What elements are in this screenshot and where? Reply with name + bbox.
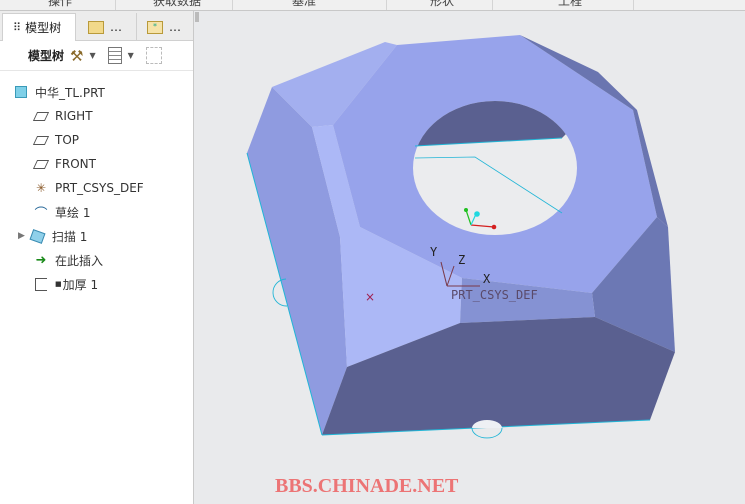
tree-item-part[interactable]: 中华_TL.PRT (12, 81, 105, 103)
sketch-icon: ⌒ (34, 206, 48, 222)
tree-item-sketch[interactable]: ⌒ 草绘 1 (32, 201, 90, 223)
tree-item-label: 加厚 1 (62, 277, 99, 292)
csys-axis-x: X (483, 272, 491, 286)
tab-folder-browser[interactable]: … (78, 13, 134, 41)
tree-item-top[interactable]: TOP (32, 129, 79, 151)
tree-item-label: RIGHT (55, 109, 93, 123)
model-tree-menu-label: 模型树 (28, 49, 65, 63)
tab-label: … (169, 20, 181, 34)
tree-item-front[interactable]: FRONT (32, 153, 96, 175)
tree-filter-icon (145, 47, 162, 64)
tree-item-label: FRONT (55, 157, 96, 171)
csys-label: PRT_CSYS_DEF (451, 288, 538, 302)
tab-label: 模型树 (25, 21, 62, 35)
tab-label: … (110, 20, 122, 34)
csys-axis-y: Y (430, 245, 438, 259)
tree-item-sweep[interactable]: ▶ 扫描 1 (18, 225, 87, 247)
datum-plane-icon (32, 156, 50, 172)
tree-item-label: 扫描 1 (51, 229, 88, 244)
sketch-arc-bottom (471, 427, 503, 439)
part-model[interactable] (246, 35, 675, 439)
sweep-icon (29, 228, 47, 244)
tree-item-csys[interactable]: ✳ PRT_CSYS_DEF (32, 177, 144, 199)
expand-arrow-icon[interactable]: ▶ (18, 231, 25, 241)
tree-item-label: TOP (55, 133, 80, 147)
tree-item-right[interactable]: RIGHT (32, 105, 93, 127)
tree-item-label: 中华_TL.PRT (35, 85, 105, 100)
part-icon (12, 84, 30, 100)
csys-axis-z: Z (458, 253, 465, 267)
tree-item-thicken[interactable]: ■ 加厚 1 (32, 273, 98, 295)
folder-browser-icon (88, 20, 104, 34)
tree-item-label: PRT_CSYS_DEF (55, 181, 144, 195)
graphics-viewport[interactable]: Y Z X PRT_CSYS_DEF × BBS.CHINADE.NET (195, 12, 745, 504)
chevron-down-icon[interactable]: ▼ (128, 51, 134, 60)
datum-plane-icon (32, 108, 50, 124)
ribbon: 操作 获取数据 基准 形状 工程 (0, 0, 745, 11)
tree-item-label: 在此插入 (55, 253, 104, 268)
tree-item-label: 草绘 1 (55, 205, 91, 220)
thicken-icon (32, 276, 50, 292)
ribbon-tab-get-data[interactable]: 获取数据 (153, 0, 201, 9)
model-tree-panel: ⠿ 模型树 … * … 模型树 ⚒ ▼ ▼ 中华_TL.PRT RIGHT TO… (0, 11, 194, 504)
settings-tools-icon[interactable]: ⚒ (70, 47, 83, 65)
tree-item-insert-here[interactable]: ➜ 在此插入 (32, 249, 103, 271)
ribbon-tab-operations[interactable]: 操作 (48, 0, 72, 9)
ribbon-tab-datum[interactable]: 基准 (292, 0, 316, 9)
datum-plane-icon (32, 132, 50, 148)
insert-here-arrow-icon: ➜ (35, 252, 47, 268)
model-tree-icon: ⠿ (13, 21, 22, 34)
chevron-down-icon[interactable]: ▼ (89, 51, 95, 60)
tab-model-tree[interactable]: ⠿ 模型树 (2, 13, 76, 41)
show-list-icon[interactable] (107, 47, 122, 64)
favorites-folder-icon: * (147, 20, 163, 34)
watermark: BBS.CHINADE.NET (275, 475, 459, 497)
datum-point-marker-icon: × (365, 290, 375, 304)
tab-favorites[interactable]: * … (136, 13, 192, 41)
csys-icon: ✳ (35, 181, 47, 195)
ribbon-tab-shape[interactable]: 形状 (430, 0, 454, 9)
ribbon-tab-engineering[interactable]: 工程 (558, 0, 582, 9)
